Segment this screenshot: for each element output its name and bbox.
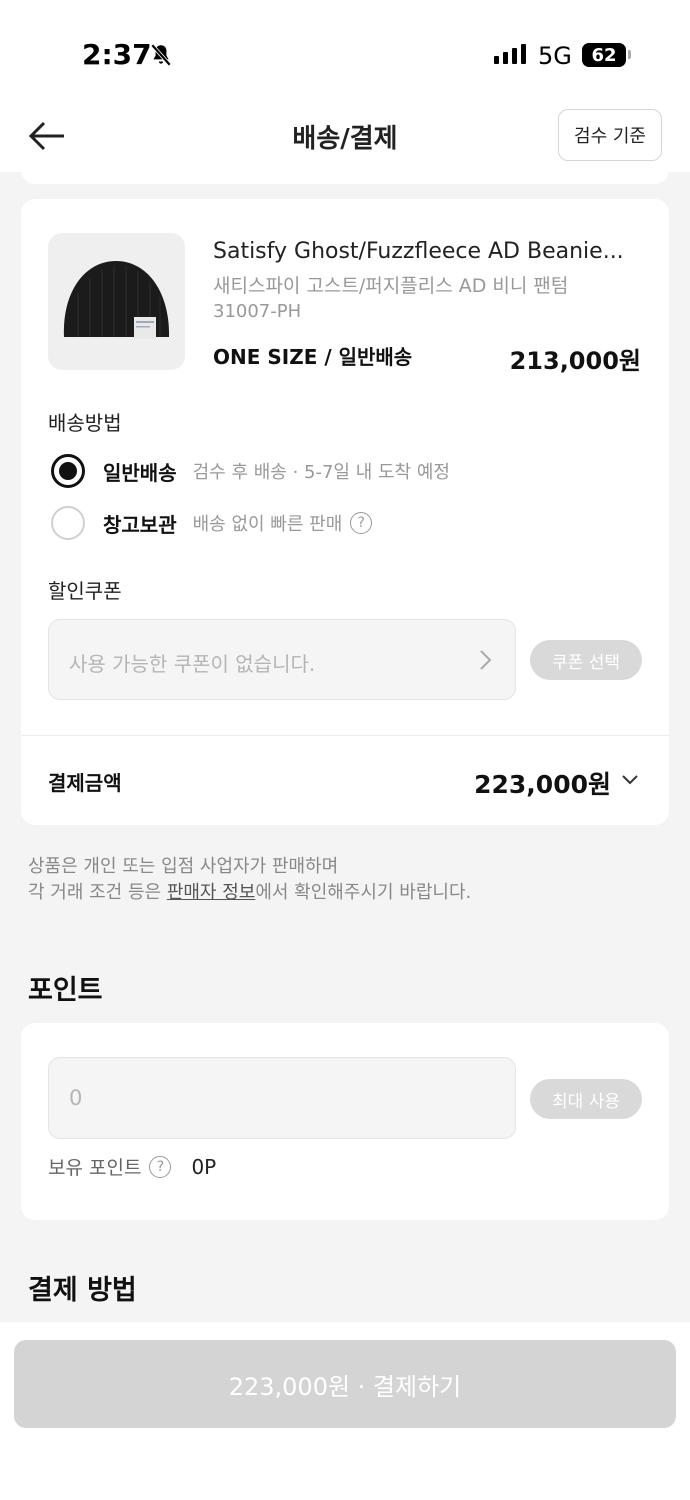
- owned-points: 보유 포인트 ? 0P: [48, 1153, 216, 1180]
- bell-muted-icon: [150, 43, 172, 67]
- help-icon[interactable]: ?: [350, 512, 373, 534]
- points-heading: 포인트: [28, 975, 103, 1006]
- coupon-placeholder: 사용 가능한 쿠폰이 없습니다.: [69, 652, 316, 676]
- seller-notice: 상품은 개인 또는 입점 사업자가 판매하며 각 거래 조건 등은 판매자 정보…: [28, 854, 471, 906]
- help-icon[interactable]: ?: [149, 1155, 172, 1178]
- shipping-option-label: 일반배송: [103, 460, 177, 485]
- points-input[interactable]: 0: [48, 1057, 516, 1139]
- beanie-image: [63, 261, 170, 339]
- radio-selected[interactable]: [51, 454, 85, 488]
- previous-card-edge: [21, 162, 669, 184]
- pay-button[interactable]: 223,000원 · 결제하기: [14, 1340, 676, 1428]
- total-label: 결제금액: [48, 771, 122, 795]
- network-label: 5G: [538, 42, 572, 70]
- shipping-option-desc: 검수 후 배송 · 5-7일 내 도착 예정: [192, 462, 450, 483]
- battery-icon: 62: [582, 43, 626, 67]
- product-image[interactable]: [48, 233, 185, 370]
- points-card: 0 최대 사용 보유 포인트 ? 0P: [21, 1023, 669, 1220]
- owned-points-value: 0P: [191, 1154, 217, 1179]
- notice-line-1: 상품은 개인 또는 입점 사업자가 판매하며: [28, 856, 339, 877]
- notice-text: 에서 확인해주시기 바랍니다.: [255, 882, 472, 903]
- product-code: 31007-PH: [213, 301, 302, 322]
- order-card: Satisfy Ghost/Fuzzfleece AD Beanie... 새티…: [21, 199, 669, 825]
- chevron-right-icon: [480, 650, 492, 670]
- seller-info-link[interactable]: 판매자 정보: [167, 882, 256, 903]
- bottom-action-bar: 223,000원 · 결제하기: [0, 1322, 690, 1500]
- battery-cap: [628, 50, 631, 59]
- shipping-method-label: 배송방법: [48, 411, 122, 435]
- coupon-select-field[interactable]: 사용 가능한 쿠폰이 없습니다.: [48, 619, 516, 700]
- status-time: 2:37: [82, 38, 152, 71]
- payment-method-heading: 결제 방법: [28, 1275, 137, 1306]
- chevron-down-icon[interactable]: [621, 773, 639, 787]
- divider: [21, 735, 669, 736]
- signal-icon: [494, 44, 526, 64]
- shipping-option-desc: 배송 없이 빠른 판매: [192, 514, 343, 535]
- shipping-option-label: 창고보관: [103, 512, 177, 537]
- notice-text: 각 거래 조건 등은: [28, 882, 167, 903]
- points-input-value: 0: [69, 1086, 83, 1110]
- shipping-option-storage[interactable]: 창고보관 배송 없이 빠른 판매 ?: [51, 506, 373, 540]
- status-bar: 2:37 5G 62: [0, 0, 690, 100]
- inspection-criteria-button[interactable]: 검수 기준: [558, 109, 662, 161]
- shipping-option-standard[interactable]: 일반배송 검수 후 배송 · 5-7일 내 도착 예정: [51, 454, 450, 488]
- owned-points-label: 보유 포인트: [48, 1157, 142, 1179]
- notice-line-2: 각 거래 조건 등은 판매자 정보에서 확인해주시기 바랍니다.: [28, 880, 471, 906]
- product-name-korean: 새티스파이 고스트/퍼지플리스 AD 비니 팬텀: [213, 275, 569, 297]
- product-option: ONE SIZE / 일반배송: [213, 345, 413, 369]
- total-price[interactable]: 223,000원: [474, 765, 611, 801]
- coupon-label: 할인쿠폰: [48, 579, 122, 603]
- product-name: Satisfy Ghost/Fuzzfleece AD Beanie...: [213, 239, 624, 264]
- coupon-select-button[interactable]: 쿠폰 선택: [530, 640, 642, 680]
- max-use-button[interactable]: 최대 사용: [530, 1079, 642, 1119]
- radio-unselected[interactable]: [51, 506, 85, 540]
- product-price: 213,000원: [509, 347, 641, 375]
